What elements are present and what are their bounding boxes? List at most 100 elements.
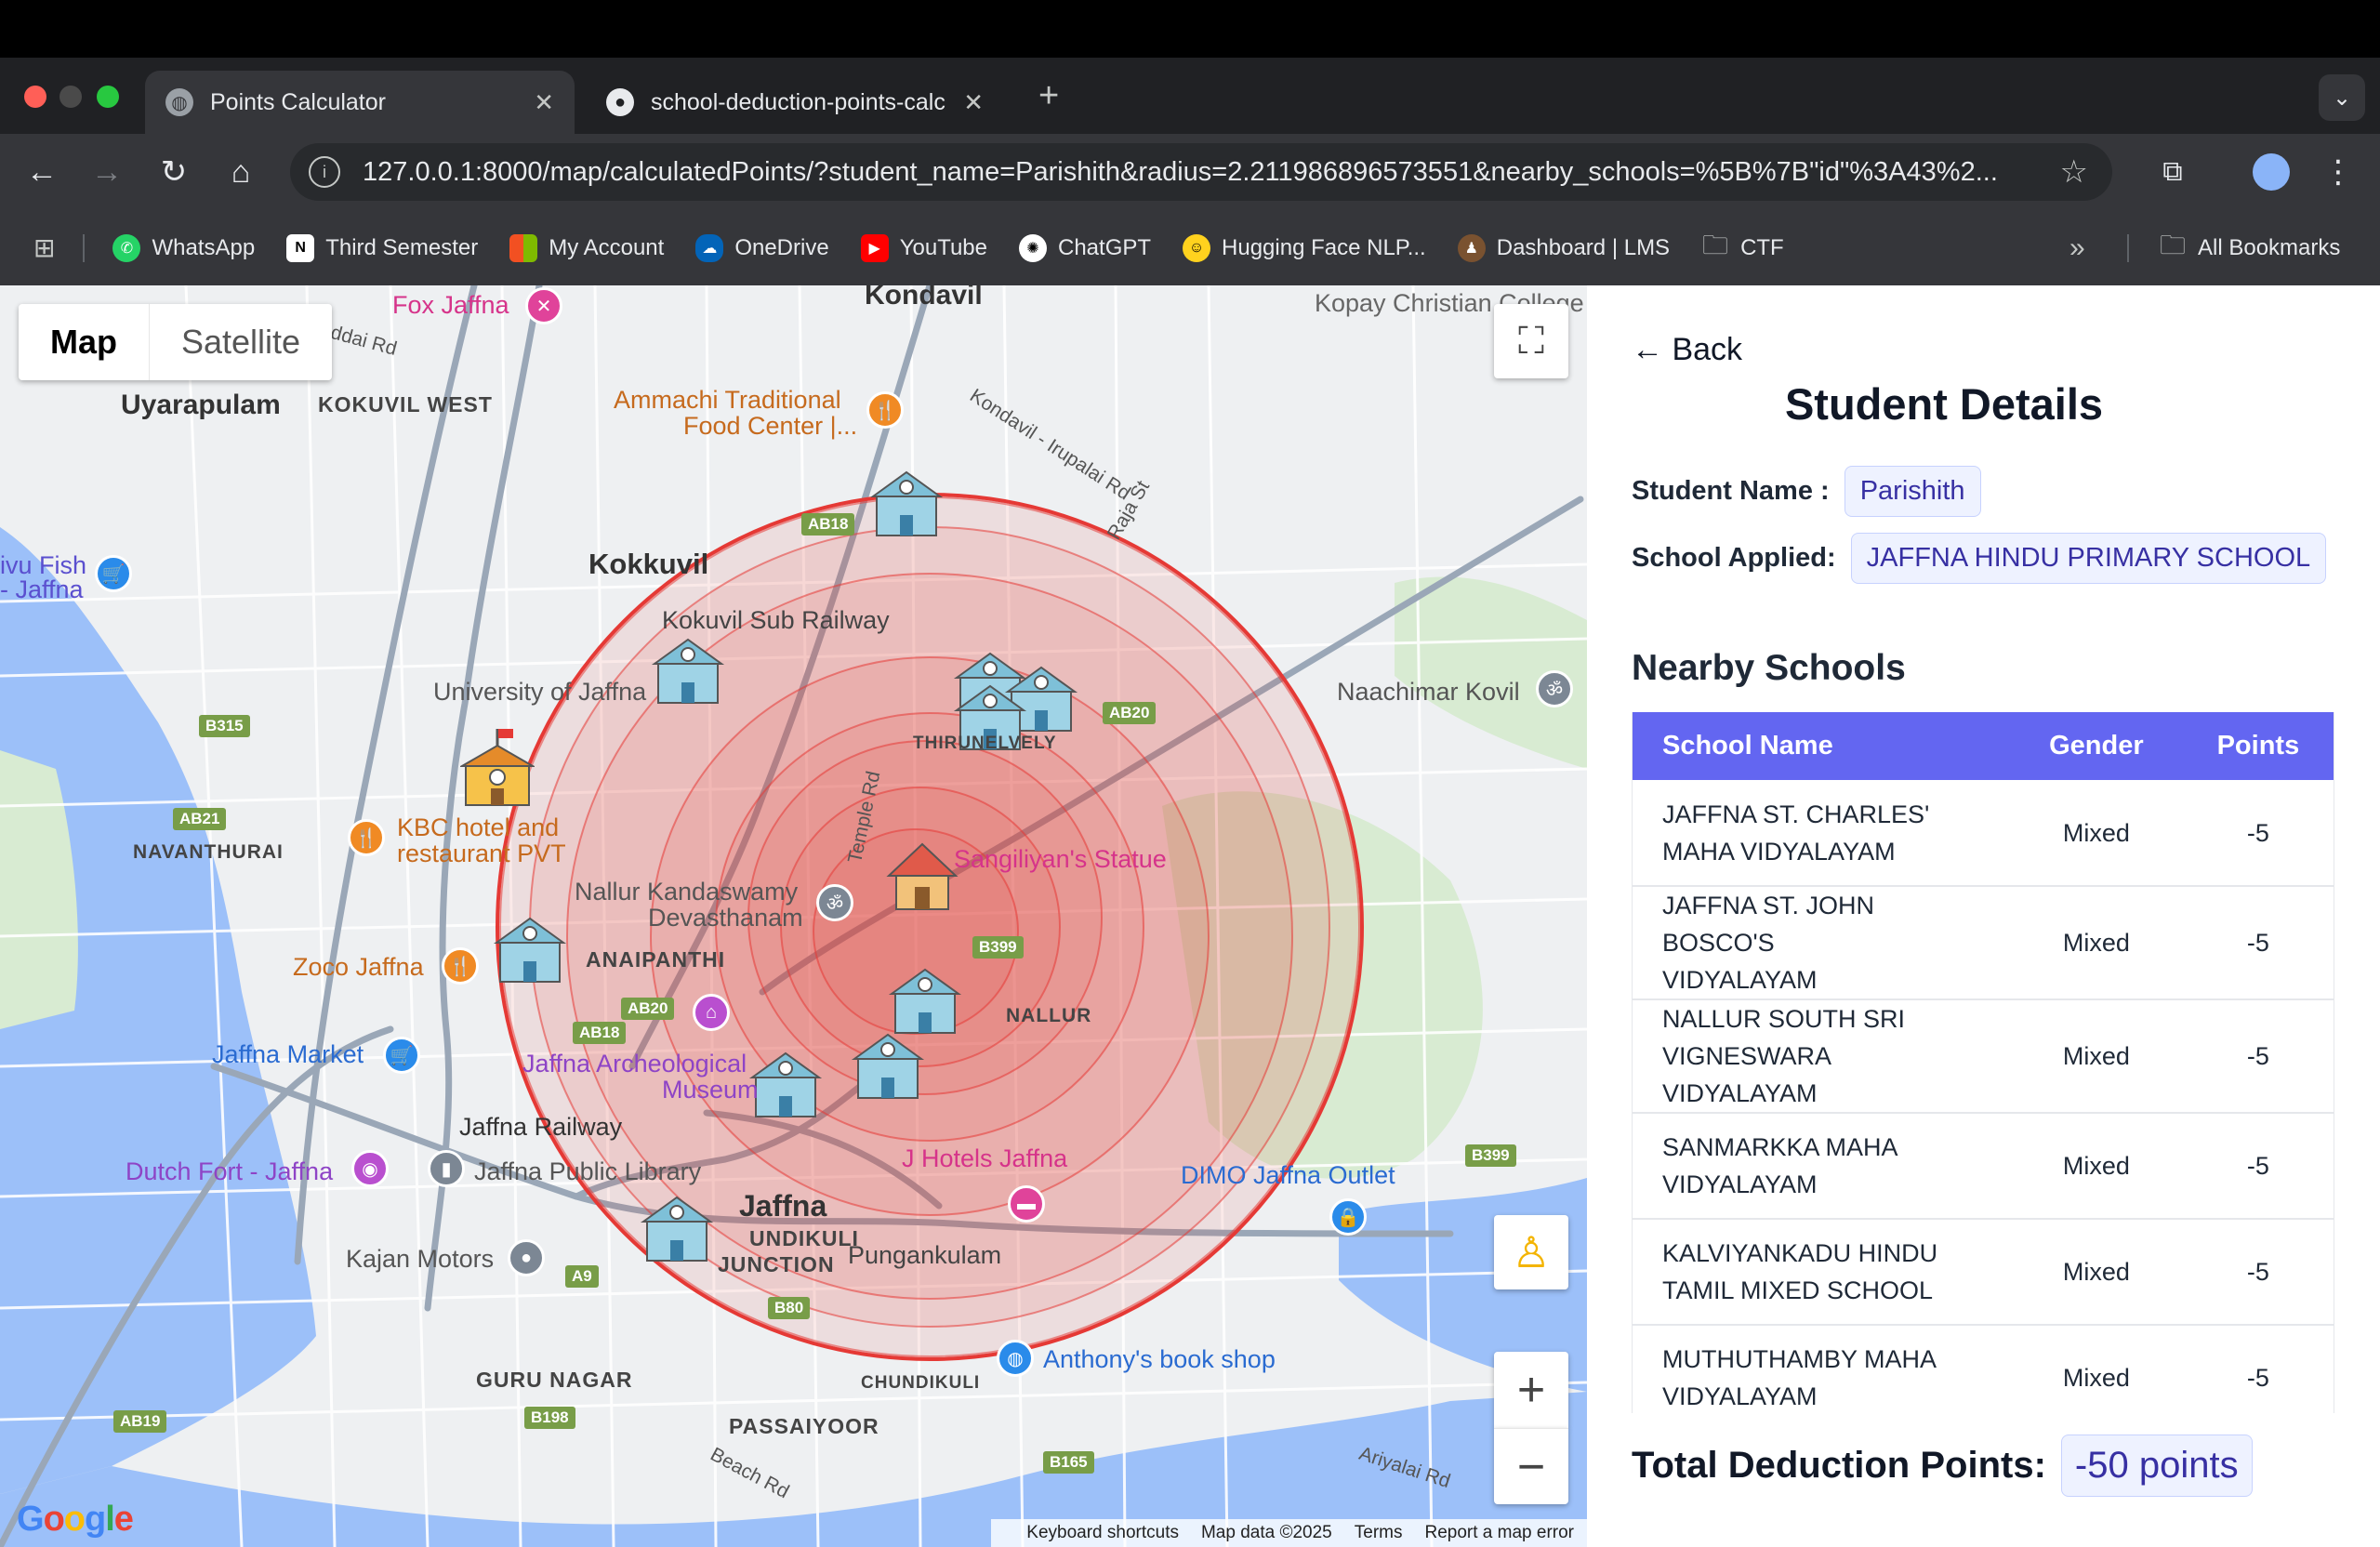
microsoft-icon	[509, 233, 538, 262]
bookmark-onedrive[interactable]: ☁ OneDrive	[695, 233, 829, 262]
school-marker-icon[interactable]	[869, 467, 944, 537]
student-home-marker-icon[interactable]	[885, 839, 959, 910]
extensions-icon[interactable]: ⧉	[2149, 149, 2196, 195]
bookmark-hugging-face[interactable]: ☺ Hugging Face NLP...	[1183, 233, 1426, 262]
school-marker-icon[interactable]	[888, 964, 962, 1035]
bookmark-dashboard-lms[interactable]: ♟ Dashboard | LMS	[1457, 233, 1670, 262]
browser-toolbar: ← → ↻ ⌂ i 127.0.0.1:8000/map/calculatedP…	[0, 134, 2380, 210]
close-tab-icon[interactable]: ✕	[963, 88, 984, 117]
forward-nav-button[interactable]: →	[84, 149, 130, 195]
map-view[interactable]: Kondavil Fox Jaffna ✕ Uyarapulam KOKUVIL…	[0, 285, 1587, 1547]
bookmark-my-account[interactable]: My Account	[509, 233, 664, 262]
applied-school-marker-icon[interactable]	[460, 727, 535, 806]
nearby-schools-table[interactable]: School Name Gender Points JAFFNA ST. CHA…	[1632, 712, 2334, 1413]
map-label: Fox Jaffna	[392, 291, 509, 319]
bookmark-whatsapp[interactable]: ✆ WhatsApp	[112, 233, 255, 262]
keyboard-shortcuts-link[interactable]: Keyboard shortcuts	[1026, 1523, 1179, 1543]
bookmark-star-icon[interactable]: ☆	[2060, 153, 2088, 191]
back-link[interactable]: ← Back	[1632, 332, 1742, 368]
tab-search-button[interactable]: ⌄	[2319, 74, 2365, 121]
temple-icon[interactable]: ॐ	[816, 884, 853, 921]
notion-icon: N	[286, 233, 315, 262]
map-label: CHUNDIKULI	[861, 1373, 981, 1393]
school-marker-icon[interactable]	[651, 634, 725, 705]
avatar[interactable]	[2248, 149, 2294, 195]
map-label: Anthony's book shop	[1043, 1345, 1276, 1373]
poi-icon[interactable]: ✕	[525, 287, 562, 324]
museum-icon[interactable]: ⌂	[693, 994, 730, 1031]
reload-button[interactable]: ↻	[151, 149, 197, 195]
browser-chrome: ◍ Points Calculator ✕ ● school-deduction…	[0, 58, 2380, 285]
github-icon: ●	[606, 88, 634, 116]
restaurant-icon[interactable]: 🍴	[348, 819, 385, 856]
road-badge: B315	[199, 715, 250, 737]
restaurant-icon[interactable]: 🍴	[442, 947, 479, 985]
school-marker-icon[interactable]	[851, 1029, 925, 1100]
menu-icon[interactable]: ⋮	[2315, 149, 2361, 195]
fullscreen-button[interactable]: ⛶	[1494, 304, 1568, 378]
shopping-icon[interactable]: 🛒	[95, 555, 132, 592]
screen-top-bar	[0, 0, 2380, 58]
table-row: NALLUR SOUTH SRI VIGNESWARA VIDYALAYAM Mix…	[1633, 999, 2334, 1114]
map-label: KOKUVIL WEST	[318, 392, 493, 416]
shopping-bag-icon[interactable]: ◍	[997, 1340, 1034, 1377]
road-badge: B80	[768, 1297, 811, 1319]
bookmark-chatgpt[interactable]: ✺ ChatGPT	[1019, 233, 1151, 262]
hotel-icon[interactable]: ▬	[1008, 1185, 1045, 1223]
table-header: School Name Gender Points	[1633, 712, 2334, 780]
school-marker-icon[interactable]	[748, 1048, 823, 1118]
map-label: Naachimar Kovil	[1337, 678, 1520, 706]
close-tab-icon[interactable]: ✕	[534, 88, 554, 117]
zoom-in-button[interactable]: +	[1494, 1352, 1568, 1428]
report-error-link[interactable]: Report a map error	[1424, 1523, 1574, 1543]
terms-link[interactable]: Terms	[1355, 1523, 1403, 1543]
maximize-window-button[interactable]	[97, 86, 119, 108]
zoom-out-button[interactable]: −	[1494, 1428, 1568, 1504]
close-window-button[interactable]	[24, 86, 46, 108]
map-data-text: Map data ©2025	[1200, 1523, 1332, 1542]
map-type-map-button[interactable]: Map	[19, 304, 150, 380]
bookmark-third-semester[interactable]: N Third Semester	[286, 233, 478, 262]
shopping-bag-icon[interactable]: 🔒	[1329, 1198, 1367, 1236]
more-bookmarks-icon[interactable]: »	[2069, 232, 2085, 264]
bookmark-youtube[interactable]: ▶ YouTube	[860, 233, 987, 262]
map-label: Kokuvil Sub Railway	[662, 606, 890, 634]
bookmarks-bar: ⊞ ✆ WhatsApp N Third Semester My Account ☁…	[0, 210, 2380, 285]
table-row: JAFFNA ST. JOHN BOSCO'S VIDYALAYAM Mixed -5	[1633, 886, 2334, 1000]
home-button[interactable]: ⌂	[218, 149, 264, 195]
back-nav-button[interactable]: ←	[19, 149, 65, 195]
restaurant-icon[interactable]: 🍴	[866, 391, 904, 429]
tab-strip: ◍ Points Calculator ✕ ● school-deduction…	[0, 58, 2380, 134]
folder-icon: 🗀	[2159, 230, 2186, 259]
map-label: - Jaffna	[0, 575, 84, 603]
address-bar[interactable]: i 127.0.0.1:8000/map/calculatedPoints/?s…	[290, 143, 2112, 201]
table-row: SANMARKKA MAHA VIDYALAYAM Mixed -5	[1633, 1113, 2334, 1220]
pegman-icon[interactable]: ♙	[1494, 1215, 1568, 1289]
onedrive-icon: ☁	[695, 233, 724, 262]
map-label: DIMO Jaffna Outlet	[1181, 1161, 1395, 1189]
bookmark-ctf[interactable]: 🗀 CTF	[1701, 230, 1784, 262]
camera-icon[interactable]: ◉	[351, 1150, 389, 1187]
total-points-badge: -50 points	[2060, 1435, 2253, 1497]
new-tab-button[interactable]: +	[1038, 76, 1059, 116]
tab-github[interactable]: ● school-deduction-points-calc ✕	[586, 71, 1004, 134]
service-icon[interactable]: ●	[508, 1239, 545, 1276]
chatgpt-icon: ✺	[1019, 233, 1047, 262]
shopping-icon[interactable]: 🛒	[383, 1037, 420, 1074]
apps-icon[interactable]: ⊞	[33, 232, 55, 263]
minimize-window-button[interactable]	[60, 86, 82, 108]
student-details-panel: ← Back Student Details Student Name : Pa…	[1587, 285, 2380, 1547]
tab-points-calculator[interactable]: ◍ Points Calculator ✕	[145, 71, 575, 134]
road-badge: AB19	[113, 1410, 167, 1433]
school-marker-icon[interactable]	[640, 1192, 714, 1263]
library-icon[interactable]: ▮	[428, 1150, 465, 1187]
page-title: Student Details	[1784, 379, 2104, 429]
school-marker-icon[interactable]	[493, 913, 567, 984]
site-info-icon[interactable]: i	[309, 156, 340, 188]
folder-icon: 🗀	[1702, 230, 1729, 259]
map-type-control: Map Satellite	[19, 304, 333, 380]
all-bookmarks-folder[interactable]: 🗀 All Bookmarks	[2159, 230, 2340, 262]
map-type-satellite-button[interactable]: Satellite	[150, 304, 332, 380]
temple-icon[interactable]: ॐ	[1536, 670, 1573, 707]
map-label: Jaffna Railway	[459, 1113, 623, 1141]
